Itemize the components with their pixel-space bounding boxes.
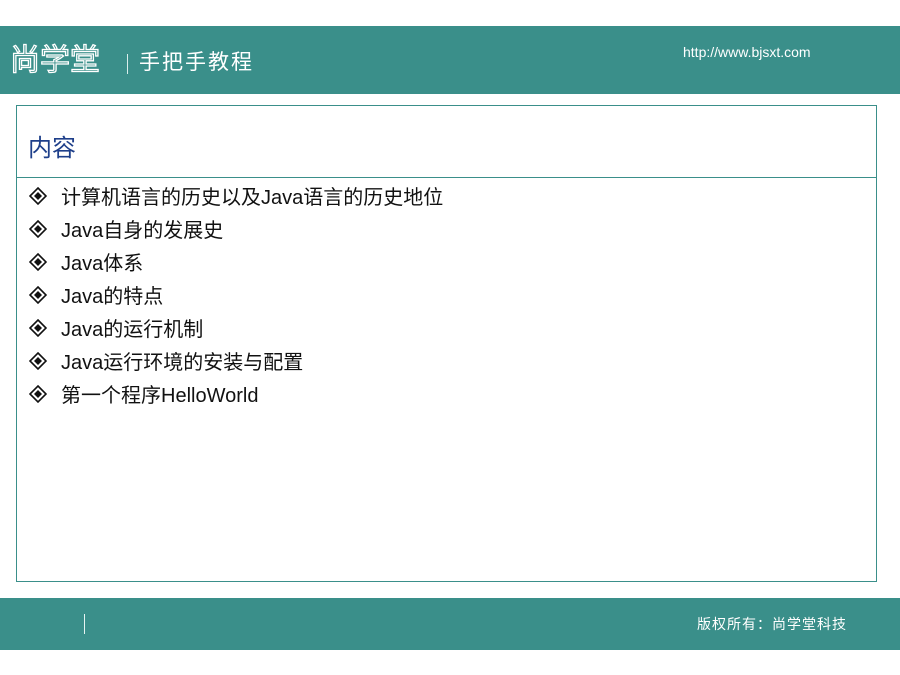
diamond-bullet-icon (29, 318, 47, 337)
diamond-bullet-icon (29, 186, 47, 205)
list-item-text: Java自身的发展史 (61, 220, 224, 242)
content-panel: 内容 计算机语言的历史以及Java语言的历史地位 Java自身的发展史 Java… (16, 105, 877, 582)
list-item-text: Java运行环境的安装与配置 (61, 352, 304, 374)
list-item-text: Java体系 (61, 253, 144, 275)
logo: 尚学堂 (8, 37, 118, 81)
header-divider (127, 54, 128, 74)
site-url[interactable]: http://www.bjsxt.com (683, 44, 811, 60)
footer-divider (84, 614, 85, 634)
header-bar: 尚学堂 手把手教程 http://www.bjsxt.com (0, 26, 900, 94)
list-item: 计算机语言的历史以及Java语言的历史地位 (29, 179, 443, 212)
list-item-text: Java的运行机制 (61, 319, 204, 341)
svg-text:尚学堂: 尚学堂 (10, 43, 100, 78)
diamond-bullet-icon (29, 252, 47, 271)
diamond-bullet-icon (29, 351, 47, 370)
header-subtitle: 手把手教程 (139, 50, 254, 74)
diamond-bullet-icon (29, 285, 47, 304)
list-item: Java的特点 (29, 278, 443, 311)
list-item-text: Java的特点 (61, 286, 164, 308)
list-item: Java自身的发展史 (29, 212, 443, 245)
list-item-text: 计算机语言的历史以及Java语言的历史地位 (61, 187, 444, 209)
footer-bar: 版权所有：尚学堂科技 (0, 598, 900, 650)
list-item-text: 第一个程序HelloWorld (61, 385, 259, 407)
copyright-text: 版权所有：尚学堂科技 (697, 617, 847, 633)
list-item: Java的运行机制 (29, 311, 443, 344)
diamond-bullet-icon (29, 219, 47, 238)
slide-title: 内容 (28, 134, 76, 162)
list-item: 第一个程序HelloWorld (29, 377, 443, 410)
list-item: Java体系 (29, 245, 443, 278)
topic-list: 计算机语言的历史以及Java语言的历史地位 Java自身的发展史 Java体系 … (29, 179, 443, 410)
title-bar: 内容 (17, 106, 876, 178)
diamond-bullet-icon (29, 384, 47, 403)
list-item: Java运行环境的安装与配置 (29, 344, 443, 377)
